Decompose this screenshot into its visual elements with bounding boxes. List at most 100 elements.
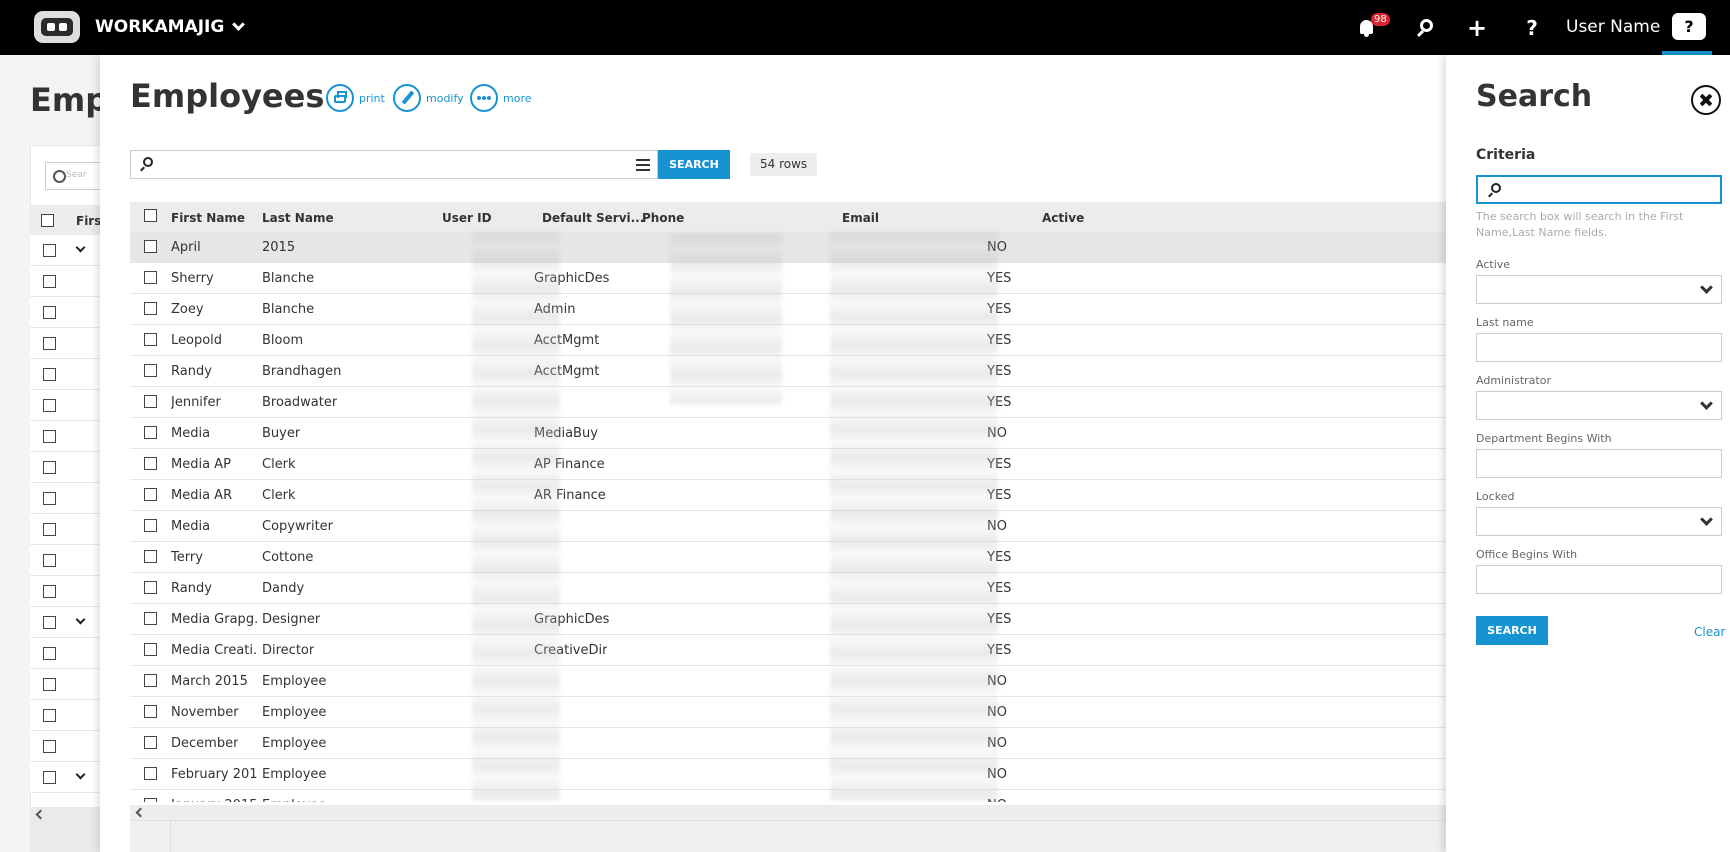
row-checkbox[interactable]	[144, 550, 157, 563]
table-row[interactable]: March 2015EmployeeNO	[130, 666, 1446, 697]
table-row[interactable]: Leopold Bloom AcctMgmt YES	[130, 325, 1446, 356]
row-checkbox[interactable]	[144, 271, 157, 284]
row-checkbox[interactable]	[144, 488, 157, 501]
background-table-row[interactable]	[30, 266, 110, 297]
active-select[interactable]	[1476, 275, 1722, 304]
row-checkbox[interactable]	[144, 798, 157, 802]
row-checkbox[interactable]	[144, 457, 157, 470]
table-row[interactable]: Jennifer Broadwater YES	[130, 387, 1446, 418]
row-checkbox[interactable]	[144, 736, 157, 749]
brand-menu[interactable]: WORKAMAJIG	[95, 17, 246, 37]
background-table-row[interactable]	[30, 762, 110, 793]
background-table-row[interactable]	[30, 700, 110, 731]
user-name-menu[interactable]: User Name	[1566, 17, 1660, 37]
column-last-name[interactable]: Last Name	[262, 211, 334, 225]
search-icon[interactable]	[1414, 16, 1438, 40]
table-row[interactable]: January 2015EmployeeNO	[130, 790, 1446, 802]
background-table-row[interactable]	[30, 328, 110, 359]
office-input[interactable]	[1476, 565, 1722, 594]
background-row-checkbox[interactable]	[43, 275, 56, 288]
row-checkbox[interactable]	[144, 643, 157, 656]
app-logo-icon[interactable]	[34, 11, 80, 43]
background-table-row[interactable]	[30, 545, 110, 576]
table-row[interactable]: Randy Brandhagen AcctMgmt YES	[130, 356, 1446, 387]
background-row-checkbox[interactable]	[43, 461, 56, 474]
table-row[interactable]: Terry Cottone YES	[130, 542, 1446, 573]
table-row[interactable]: ZoeyBlancheAdminYES	[130, 294, 1446, 325]
panel-search-button[interactable]: SEARCH	[1476, 616, 1548, 645]
background-row-checkbox[interactable]	[43, 523, 56, 536]
row-checkbox[interactable]	[144, 333, 157, 346]
background-row-checkbox[interactable]	[43, 647, 56, 660]
row-checkbox[interactable]	[144, 705, 157, 718]
table-row[interactable]: Media AR Clerk AR Finance YES	[130, 480, 1446, 511]
locked-select[interactable]	[1476, 507, 1722, 536]
background-row-checkbox[interactable]	[43, 306, 56, 319]
row-checkbox[interactable]	[144, 240, 157, 253]
background-row-checkbox[interactable]	[43, 740, 56, 753]
column-default-service[interactable]: Default Servi...	[542, 211, 644, 225]
table-row[interactable]: April2015NO	[130, 232, 1446, 263]
row-checkbox[interactable]	[144, 302, 157, 315]
scroll-left-icon[interactable]	[135, 807, 146, 818]
background-row-checkbox[interactable]	[43, 709, 56, 722]
horizontal-scrollbar[interactable]	[130, 805, 1446, 820]
background-row-checkbox[interactable]	[43, 771, 56, 784]
background-table-row[interactable]	[30, 576, 110, 607]
help-icon[interactable]: ?	[1520, 16, 1544, 40]
background-table-row[interactable]	[30, 297, 110, 328]
clear-link[interactable]: Clear	[1694, 625, 1725, 639]
background-row-checkbox[interactable]	[43, 554, 56, 567]
table-row[interactable]: Media Grapg... Designer GraphicDes YES	[130, 604, 1446, 635]
chevron-down-icon[interactable]	[75, 614, 86, 625]
criteria-search-input[interactable]	[1476, 175, 1722, 204]
menu-icon[interactable]	[636, 159, 650, 171]
background-search-input[interactable]: Sear	[45, 162, 105, 190]
table-row[interactable]: MediaBuyerMediaBuyNO	[130, 418, 1446, 449]
last-name-input[interactable]	[1476, 333, 1722, 362]
background-table-row[interactable]	[30, 514, 110, 545]
background-table-row[interactable]	[30, 731, 110, 762]
plus-icon[interactable]: +	[1465, 16, 1489, 40]
background-row-checkbox[interactable]	[43, 585, 56, 598]
chevron-down-icon[interactable]	[75, 769, 86, 780]
close-icon[interactable]	[1691, 85, 1721, 115]
background-row-checkbox[interactable]	[43, 399, 56, 412]
grid-search-button[interactable]: SEARCH	[658, 150, 730, 179]
department-input[interactable]	[1476, 449, 1722, 478]
administrator-select[interactable]	[1476, 391, 1722, 420]
select-all-checkbox[interactable]	[144, 209, 157, 222]
background-row-checkbox[interactable]	[43, 678, 56, 691]
background-row-checkbox[interactable]	[43, 337, 56, 350]
modify-button[interactable]: modify	[393, 84, 464, 112]
background-table-row[interactable]	[30, 359, 110, 390]
column-user-id[interactable]: User ID	[442, 211, 492, 225]
background-table-row[interactable]	[30, 452, 110, 483]
column-phone[interactable]: Phone	[642, 211, 684, 225]
background-table-row[interactable]	[30, 390, 110, 421]
table-row[interactable]: Media AP Clerk AP Finance YES	[130, 449, 1446, 480]
background-row-checkbox[interactable]	[43, 430, 56, 443]
row-checkbox[interactable]	[144, 581, 157, 594]
column-first-name[interactable]: First Name	[171, 211, 245, 225]
background-scrollbar[interactable]	[30, 807, 110, 852]
background-table-row[interactable]	[30, 421, 110, 452]
table-row[interactable]: DecemberEmployeeNO	[130, 728, 1446, 759]
background-row-checkbox[interactable]	[43, 492, 56, 505]
background-table-row[interactable]	[30, 235, 110, 266]
row-checkbox[interactable]	[144, 364, 157, 377]
row-checkbox[interactable]	[144, 426, 157, 439]
table-row[interactable]: Sherry Blanche GraphicDes YES	[130, 263, 1446, 294]
background-table-row[interactable]	[30, 483, 110, 514]
help-box-button[interactable]: ?	[1672, 13, 1706, 40]
row-checkbox[interactable]	[144, 395, 157, 408]
row-checkbox[interactable]	[144, 519, 157, 532]
row-checkbox[interactable]	[144, 612, 157, 625]
table-row[interactable]: February 2015EmployeeNO	[130, 759, 1446, 790]
table-row[interactable]: MediaCopywriterNO	[130, 511, 1446, 542]
row-checkbox[interactable]	[144, 674, 157, 687]
print-button[interactable]: print	[326, 84, 385, 112]
table-row[interactable]: NovemberEmployeeNO	[130, 697, 1446, 728]
column-email[interactable]: Email	[842, 211, 879, 225]
more-button[interactable]: more	[470, 84, 532, 112]
